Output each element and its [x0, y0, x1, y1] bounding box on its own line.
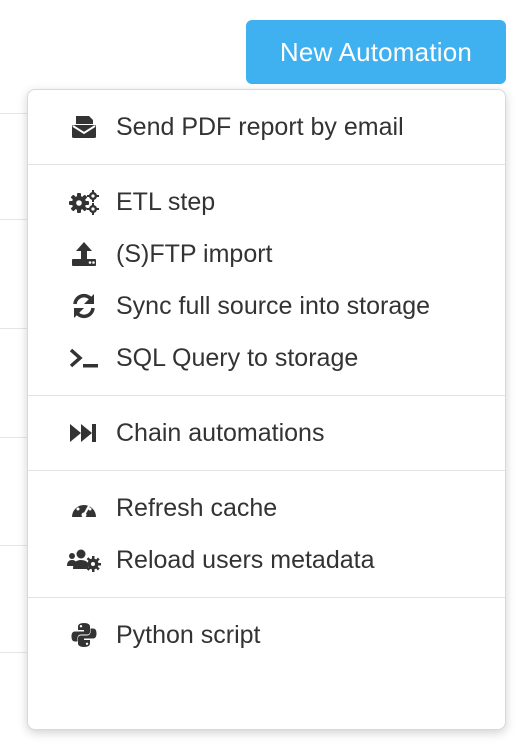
menu-section-chain: Chain automations	[28, 396, 505, 471]
menu-item-label: Refresh cache	[116, 493, 278, 522]
terminal-icon	[67, 344, 101, 372]
menu-item-label: Python script	[116, 620, 261, 649]
menu-section-reports: Send PDF report by email	[28, 90, 505, 165]
gears-icon	[67, 188, 101, 216]
menu-item-refresh-cache[interactable]: Refresh cache	[28, 482, 505, 534]
menu-item-chain-automations[interactable]: Chain automations	[28, 407, 505, 459]
sync-icon	[67, 292, 101, 320]
menu-item-label: Reload users metadata	[116, 545, 375, 574]
menu-section-data: ETL step (S)FTP import Sync full source …	[28, 165, 505, 396]
menu-item-label: Send PDF report by email	[116, 112, 404, 141]
menu-item-sync-full-source[interactable]: Sync full source into storage	[28, 280, 505, 332]
menu-section-scripts: Python script	[28, 598, 505, 672]
fast-forward-icon	[67, 419, 101, 447]
new-automation-button[interactable]: New Automation	[246, 20, 506, 84]
menu-section-cache: Refresh cache Reload users metadata	[28, 471, 505, 598]
upload-icon	[67, 240, 101, 268]
menu-item-label: SQL Query to storage	[116, 343, 359, 372]
dashboard-icon	[67, 494, 101, 522]
menu-item-label: ETL step	[116, 187, 216, 216]
automation-dropdown-menu: Send PDF report by email ETL step (S)FTP…	[27, 89, 506, 730]
menu-item-label: Chain automations	[116, 418, 325, 447]
users-cog-icon	[67, 546, 101, 574]
python-icon	[67, 621, 101, 649]
menu-item-label: (S)FTP import	[116, 239, 273, 268]
menu-item-sftp-import[interactable]: (S)FTP import	[28, 228, 505, 280]
menu-item-label: Sync full source into storage	[116, 291, 431, 320]
menu-item-reload-users-metadata[interactable]: Reload users metadata	[28, 534, 505, 586]
page: New Automation Send PDF report by email	[0, 0, 530, 746]
email-report-icon	[67, 113, 101, 141]
menu-item-sql-query[interactable]: SQL Query to storage	[28, 332, 505, 384]
menu-item-send-pdf-report[interactable]: Send PDF report by email	[28, 101, 505, 153]
menu-item-etl-step[interactable]: ETL step	[28, 176, 505, 228]
menu-item-python-script[interactable]: Python script	[28, 609, 505, 661]
